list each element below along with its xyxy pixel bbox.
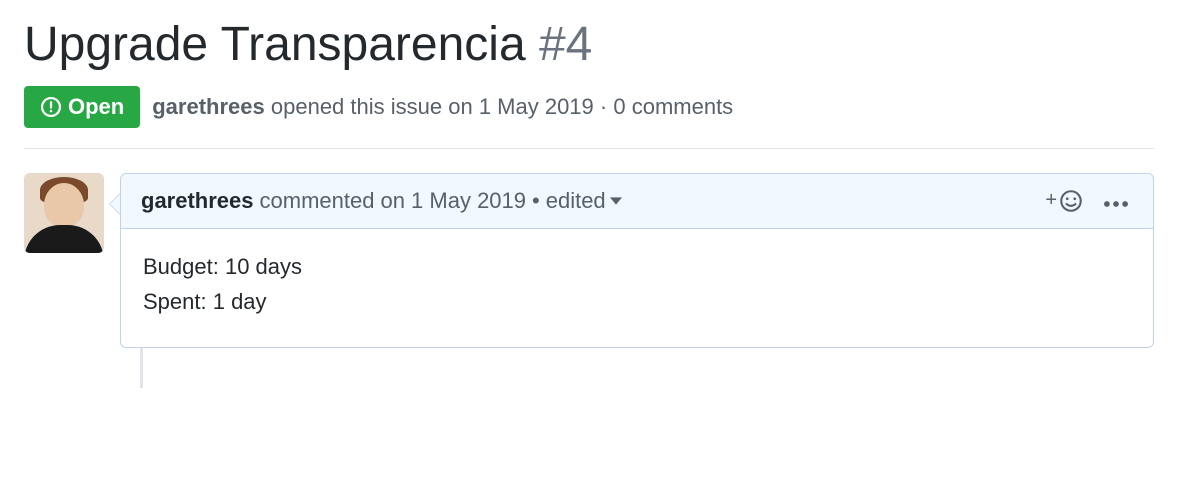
edited-label: edited [546, 188, 606, 214]
comment-action: commented [260, 188, 375, 214]
comment-header: garethrees commented on 1 May 2019 • edi… [121, 174, 1153, 229]
add-reaction-button[interactable]: + [1045, 189, 1083, 213]
kebab-menu-button[interactable] [1099, 188, 1133, 214]
comment-body-line: Budget: 10 days [143, 249, 1131, 284]
issue-meta: Open garethrees opened this issue on 1 M… [24, 86, 1154, 149]
edited-dropdown[interactable]: edited [546, 188, 622, 214]
bullet-separator: • [532, 188, 540, 214]
plus-icon: + [1045, 189, 1057, 212]
comment-container: garethrees commented on 1 May 2019 • edi… [24, 173, 1154, 388]
comment-body: Budget: 10 days Spent: 1 day [121, 229, 1153, 347]
caret-down-icon [610, 197, 622, 205]
comment-count: 0 comments [613, 94, 733, 119]
state-badge-label: Open [68, 94, 124, 120]
avatar[interactable] [24, 173, 104, 253]
comment-header-right: + [1045, 188, 1133, 214]
comment-body-line: Spent: 1 day [143, 284, 1131, 319]
comment-author-link[interactable]: garethrees [141, 188, 254, 214]
issue-title-text: Upgrade Transparencia [24, 18, 526, 71]
issue-open-icon [40, 96, 62, 118]
state-badge: Open [24, 86, 140, 128]
issue-author-link[interactable]: garethrees [152, 94, 265, 119]
comment-wrapper: garethrees commented on 1 May 2019 • edi… [120, 173, 1154, 388]
timeline-stem [140, 348, 143, 388]
opened-date: on 1 May 2019 [448, 94, 594, 119]
comment-header-left: garethrees commented on 1 May 2019 • edi… [141, 188, 622, 214]
smiley-icon [1059, 189, 1083, 213]
issue-number: #4 [539, 18, 592, 71]
kebab-icon [1103, 200, 1129, 208]
opened-verb: opened this issue [271, 94, 442, 119]
comment-date: on 1 May 2019 [380, 188, 526, 214]
dot-separator: · [600, 94, 613, 119]
issue-title: Upgrade Transparencia #4 [24, 16, 1154, 74]
issue-title-row: Upgrade Transparencia #4 [24, 16, 1154, 74]
comment-arrow-icon [109, 193, 120, 215]
issue-byline: garethrees opened this issue on 1 May 20… [152, 94, 733, 120]
comment-box: garethrees commented on 1 May 2019 • edi… [120, 173, 1154, 348]
